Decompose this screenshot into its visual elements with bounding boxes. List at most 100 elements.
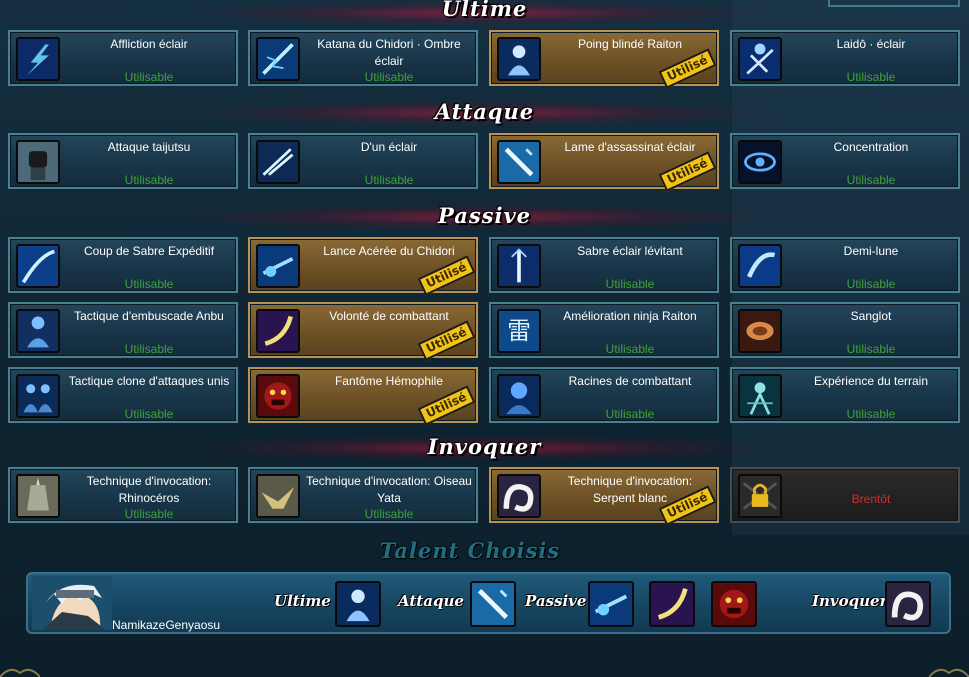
skill-status: Utilisable <box>364 507 414 521</box>
skill-name: Fantôme Hémophile <box>334 374 444 388</box>
skill-status: Utilisable <box>846 70 896 84</box>
skill-card[interactable]: Tactique clone d'attaques unis Utilisabl… <box>8 367 238 423</box>
rhino-icon <box>16 474 60 518</box>
lightning-slash-icon <box>16 37 60 81</box>
skill-name: D'un éclair <box>360 140 418 154</box>
section-title-passive: Passive <box>437 203 532 228</box>
skill-status: Utilisable <box>124 173 174 187</box>
skill-name: Laidō · éclair <box>836 37 906 51</box>
skill-card[interactable]: Technique d'invocation: Serpent blanc Ut… <box>489 467 719 526</box>
white-snake-icon[interactable] <box>885 581 931 627</box>
skill-status: Utilisable <box>846 277 896 291</box>
skill-name: Amélioration ninja Raiton <box>563 309 697 323</box>
levitating-sword-icon <box>497 244 541 288</box>
skill-name: Lance Acérée du Chidori <box>323 244 455 258</box>
skill-card[interactable]: Demi-lune Utilisable <box>730 237 960 293</box>
skill-card[interactable]: Sanglot Utilisable <box>730 302 960 358</box>
skill-card[interactable]: Lame d'assassinat éclair Utilisé <box>489 133 719 192</box>
skill-card[interactable]: Laidō · éclair Utilisable <box>730 30 960 86</box>
skill-status: Utilisable <box>364 70 414 84</box>
crescent-slash-icon[interactable] <box>649 581 695 627</box>
skill-name: Affliction éclair <box>110 37 188 51</box>
skill-card[interactable]: Concentration Utilisable <box>730 133 960 189</box>
yata-bird-icon <box>256 474 300 518</box>
raiton-kanji-icon: 雷 <box>497 309 541 353</box>
used-stamp: Utilisé <box>658 48 717 89</box>
talent-panel: NamikazeGenyaosu Ultime Attaque Passive … <box>26 572 951 634</box>
fighter-roots-icon <box>497 374 541 418</box>
skill-name: Volonté de combattant <box>329 309 449 323</box>
used-stamp: Utilisé <box>417 320 476 361</box>
used-stamp: Utilisé <box>417 255 476 296</box>
chidori-spear-icon[interactable] <box>588 581 634 627</box>
skill-name: Sanglot <box>850 309 892 323</box>
skill-name: Sabre éclair lévitant <box>577 244 683 258</box>
label-invoquer: Invoquer <box>812 592 888 610</box>
demon-face-icon <box>256 374 300 418</box>
skill-card[interactable]: Tactique d'embuscade Anbu Utilisable <box>8 302 238 358</box>
skill-name: Concentration <box>833 140 909 154</box>
assassin-blade-icon[interactable] <box>470 581 516 627</box>
skill-name: Tactique clone d'attaques unis <box>68 374 230 388</box>
skill-card[interactable]: Fantôme Hémophile Utilisé <box>248 367 478 426</box>
skill-card[interactable]: Coup de Sabre Expéditif Utilisable <box>8 237 238 293</box>
skill-status: Utilisable <box>124 277 174 291</box>
skill-name: Technique d'invocation: Oiseau Yata <box>306 474 472 505</box>
skill-card[interactable]: Katana du Chidori · Ombre éclair Utilisa… <box>248 30 478 86</box>
skill-name: Attaque taijutsu <box>107 140 191 154</box>
skill-name: Katana du Chidori · Ombre éclair <box>317 37 461 68</box>
clones-icon <box>16 374 60 418</box>
skill-status: Utilisable <box>605 407 655 421</box>
anbu-icon <box>16 309 60 353</box>
skill-name: Racines de combattant <box>568 374 692 388</box>
player-name: NamikazeGenyaosu <box>112 618 221 632</box>
chidori-spear-icon <box>256 244 300 288</box>
corner-ornament <box>929 668 969 677</box>
skill-card[interactable]: Lance Acérée du Chidori Utilisé <box>248 237 478 296</box>
skill-status: Utilisable <box>846 342 896 356</box>
armored-fist-icon[interactable] <box>335 581 381 627</box>
assassin-blade-icon <box>497 140 541 184</box>
terrain-icon <box>738 374 782 418</box>
padlock-icon <box>738 474 782 518</box>
skill-card[interactable]: D'un éclair Utilisable <box>248 133 478 189</box>
skill-card[interactable]: Poing blindé Raiton Utilisé <box>489 30 719 89</box>
skill-name: Coup de Sabre Expéditif <box>83 244 215 258</box>
skill-name: Demi-lune <box>843 244 899 258</box>
skill-name: Poing blindé Raiton <box>577 37 683 51</box>
label-passive: Passive <box>525 592 587 610</box>
sword-slash-icon <box>16 244 60 288</box>
white-snake-icon <box>497 474 541 518</box>
skill-status: Utilisable <box>124 507 174 521</box>
skill-card[interactable]: Technique d'invocation: Oiseau Yata Util… <box>248 467 478 523</box>
section-title-ultime: Ultime <box>441 0 528 21</box>
skill-status: Utilisable <box>605 277 655 291</box>
label-attaque: Attaque <box>398 592 464 610</box>
demon-face-icon[interactable] <box>711 581 757 627</box>
skill-name: Tactique d'embuscade Anbu <box>74 309 224 323</box>
player-avatar <box>32 576 112 630</box>
label-ultime: Ultime <box>274 592 331 610</box>
lightning-blade-icon <box>256 37 300 81</box>
talent-title: Talent Choisis <box>379 538 561 563</box>
svg-text:雷: 雷 <box>507 317 531 345</box>
skill-card[interactable]: 雷 Amélioration ninja Raiton Utilisable <box>489 302 719 358</box>
skill-card[interactable]: Technique d'invocation: Rhinocéros Utili… <box>8 467 238 523</box>
used-stamp: Utilisé <box>658 151 717 192</box>
skill-card[interactable]: Attaque taijutsu Utilisable <box>8 133 238 189</box>
skill-status: Utilisable <box>124 70 174 84</box>
skill-name: Technique d'invocation: Rhinocéros <box>86 474 212 505</box>
skill-status: Utilisable <box>124 407 174 421</box>
fist-icon <box>16 140 60 184</box>
skill-card[interactable]: Racines de combattant Utilisable <box>489 367 719 423</box>
skill-card[interactable]: Expérience du terrain Utilisable <box>730 367 960 423</box>
skill-status: Utilisable <box>846 407 896 421</box>
iaido-icon <box>738 37 782 81</box>
skill-card[interactable]: Affliction éclair Utilisable <box>8 30 238 86</box>
skill-card[interactable]: Sabre éclair lévitant Utilisable <box>489 237 719 293</box>
flash-strike-icon <box>256 140 300 184</box>
skill-card[interactable]: Volonté de combattant Utilisé <box>248 302 478 361</box>
scroll-icon <box>738 309 782 353</box>
skill-name: Expérience du terrain <box>813 374 929 388</box>
locked-skill-card: Brentôt <box>730 467 960 523</box>
